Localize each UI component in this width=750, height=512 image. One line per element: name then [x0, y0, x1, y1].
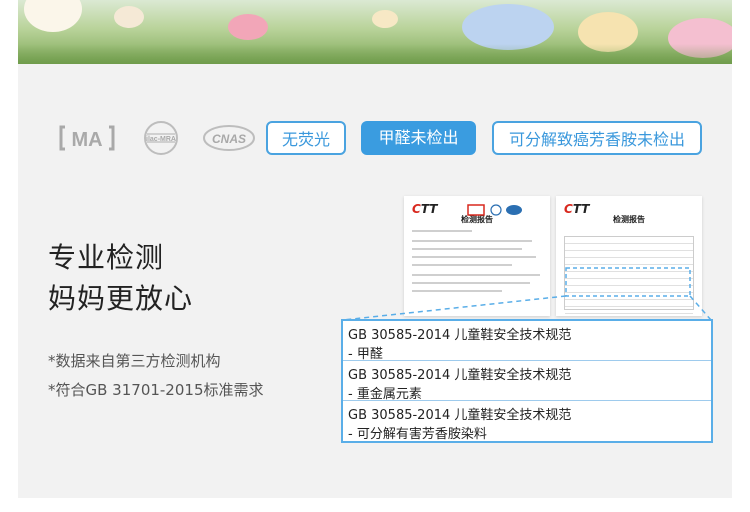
test-results-table: GB 30585-2014 儿童鞋安全技术规范 - 甲醛 GB 30585-20…	[341, 319, 713, 443]
result-item: - 可分解有害芳香胺染料	[348, 427, 487, 442]
result-standard: GB 30585-2014 儿童鞋安全技术规范	[348, 328, 572, 343]
result-standard: GB 30585-2014 儿童鞋安全技术规范	[348, 368, 572, 383]
table-row: GB 30585-2014 儿童鞋安全技术规范 - 甲醛	[343, 321, 711, 362]
result-item: - 甲醛	[348, 347, 383, 362]
result-standard: GB 30585-2014 儿童鞋安全技术规范	[348, 408, 572, 423]
table-row: GB 30585-2014 儿童鞋安全技术规范 - 可分解有害芳香胺染料	[343, 401, 711, 442]
table-row: GB 30585-2014 儿童鞋安全技术规范 - 重金属元素	[343, 361, 711, 402]
result-item: - 重金属元素	[348, 387, 422, 402]
